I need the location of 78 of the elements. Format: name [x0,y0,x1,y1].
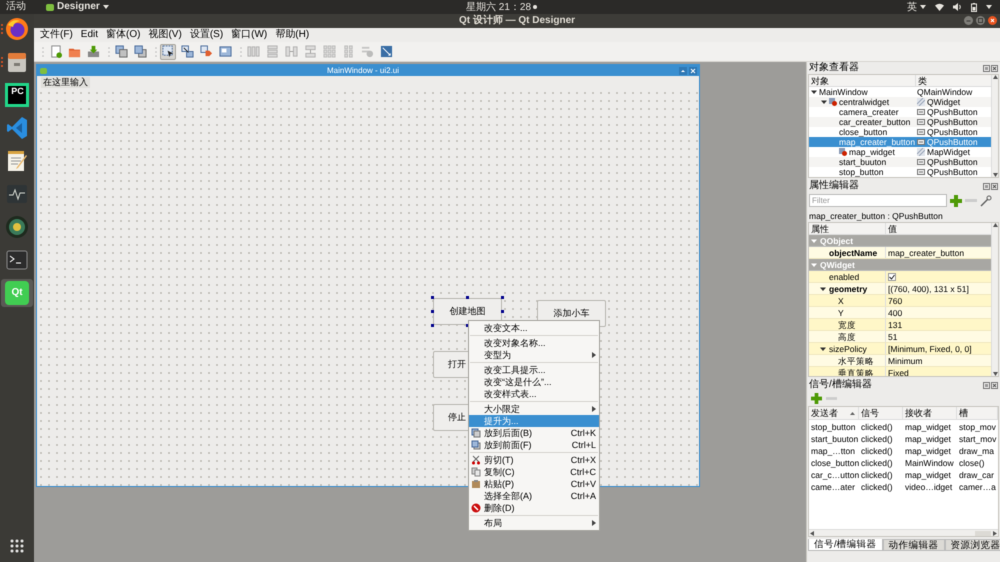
property-name: enabled [829,270,860,282]
object-name: map_creater_button [839,137,916,147]
property-name: 高度 [838,330,856,342]
menu-item-label: 改变对象名称... [484,337,546,349]
menu-item-label: 选择全部(A) [484,490,532,502]
property-name: X [838,294,844,306]
table-cell-text: clicked() [860,445,894,457]
menu-item-label: 删除(D) [484,502,514,514]
menu-item-label: 粘贴(P) [484,478,514,490]
table-cell-text: map_…tton [810,445,856,457]
table-cell-text: clicked() [860,457,894,469]
class-name: QPushButton [927,167,978,177]
class-name: QPushButton [927,107,978,117]
table-cell-text: map_widget [904,433,952,445]
class-name: QPushButton [927,137,978,147]
class-name: QPushButton [927,157,978,167]
class-name: QWidget [927,97,960,107]
object-name: close_button [839,127,888,137]
menu-item-label: 改变“这是什么”... [484,376,552,388]
table-cell-text: stop_button [810,421,856,433]
table-cell-text: map_widget [904,445,952,457]
property-name: Y [838,306,844,318]
shortcut-label: Ctrl+K [570,427,596,439]
form-window-title: MainWindow - ui2.ui [327,65,400,76]
table-cell-text: start_mov [958,433,998,445]
table-cell-text: video…idget [904,481,954,493]
group-name: QWidget [820,258,855,270]
table-cell-text: stop_mov [958,421,997,433]
table-cell-text: clicked() [860,481,894,493]
panel-title: 属性编辑器 [809,180,859,192]
table-cell-text: draw_ma [958,445,995,457]
object-name: map_widget [849,147,895,157]
menu-item-label: 改变样式表... [484,388,537,400]
property-name: objectName [829,246,878,258]
shortcut-label: Ctrl+C [570,466,596,478]
shortcut-label: Ctrl+X [570,454,596,466]
class-name: MapWidget [927,147,970,157]
object-label: map_creater_button : QPushButton [809,210,943,222]
menu-item-label: 改变文本... [484,322,528,334]
class-name: QMainWindow [917,87,972,97]
designer-logo-icon: Qt [5,281,29,305]
window-title: Qt 设计师 — Qt Designer [458,14,576,28]
class-name: QPushButton [927,127,978,137]
table-cell-text: MainWindow [904,457,955,469]
menu-item-label: 布局 [484,517,502,529]
menu-item-label: 复制(C) [484,466,514,478]
table-cell-text: map_widget [904,469,952,481]
property-name: 宽度 [838,318,856,330]
table-cell-text: clicked() [860,421,894,433]
table-cell-text: camer…a [958,481,997,493]
object-name: centralwidget [839,97,890,107]
panel-title: 对象查看器 [809,62,859,74]
shortcut-label: Ctrl+A [570,490,596,502]
property-name: geometry [829,282,868,294]
property-name: 水平策略 [838,354,874,366]
table-cell-text: clicked() [860,433,894,445]
table-cell-text: start_buuton [810,433,859,445]
table-cell-text: close_button [810,457,859,469]
table-cell-text: clicked() [860,469,894,481]
object-name: car_creater_button [839,117,910,127]
panel-title: 信号/槽编辑器 [809,379,872,391]
property-name: sizePolicy [829,342,867,354]
class-name: QPushButton [927,117,978,127]
table-cell-text: came…ater [810,481,856,493]
menu-item-label: 放到前面(F) [484,439,532,451]
table-cell-text: map_widget [904,421,952,433]
shortcut-label: Ctrl+L [572,439,596,451]
object-name: camera_creater [839,107,899,117]
ide-logo-icon: PC [5,83,29,107]
shortcut-label: Ctrl+V [570,478,596,490]
object-name: MainWindow [819,87,868,97]
table-cell-text: draw_car [958,469,995,481]
menu-item-label: 剪切(T) [484,454,514,466]
group-name: QObject [820,234,854,246]
table-cell-text: close() [958,457,986,469]
object-name: start_buuton [839,157,886,167]
table-cell-text: car_c…utton [810,469,859,481]
object-name: stop_button [839,167,884,177]
